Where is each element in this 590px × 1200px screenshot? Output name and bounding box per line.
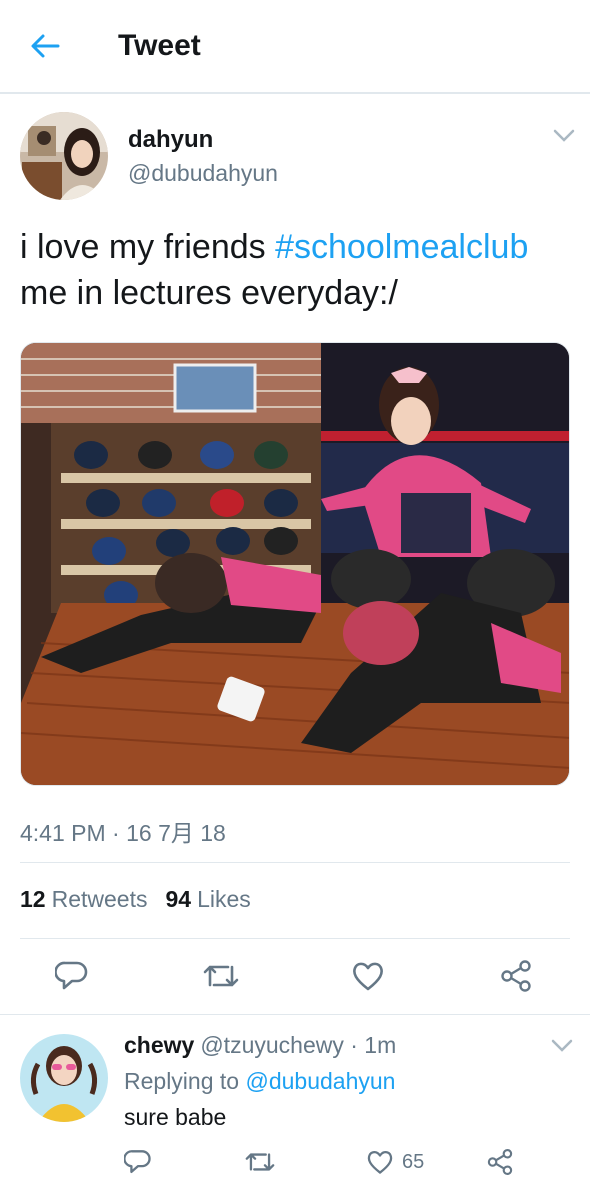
tweet-photo[interactable] [20, 342, 570, 786]
retweet-icon [245, 1153, 275, 1171]
chevron-down-icon[interactable] [548, 1036, 576, 1056]
page-title: Tweet [118, 29, 201, 62]
divider [20, 862, 570, 863]
reply-author-name[interactable]: chewy [124, 1032, 194, 1058]
reply-like-button[interactable]: 65 [366, 1144, 424, 1180]
tweet-timestamp: 4:41 PM · 16 7月 18 [20, 820, 226, 846]
reply-like-count: 65 [402, 1150, 425, 1173]
divider [0, 1014, 590, 1015]
reply-reply-button[interactable] [124, 1144, 152, 1180]
reply-share-button[interactable] [486, 1144, 514, 1180]
top-bar: Tweet [0, 0, 590, 94]
hashtag-link[interactable]: #schoolmealclub [275, 228, 528, 266]
like-icon[interactable] [346, 954, 390, 998]
share-icon[interactable] [494, 954, 538, 998]
author-handle[interactable]: @dubudahyun [128, 160, 278, 187]
tweet-text: i love my friends #schoolmealclub me in … [20, 224, 576, 316]
like-count: 94 [165, 886, 192, 912]
mention-link[interactable]: @dubudahyun [245, 1068, 395, 1094]
retweets-stat[interactable]: 12 Retweets [20, 886, 147, 913]
like-icon [367, 1151, 393, 1174]
reply-icon[interactable] [50, 954, 94, 998]
tweet-stats: 12 Retweets 94 Likes [20, 886, 251, 913]
replying-to: Replying to @dubudahyun [124, 1068, 395, 1095]
tweet-text-line2: me in lectures everyday:/ [20, 274, 398, 312]
likes-stat[interactable]: 94 Likes [165, 886, 250, 913]
reply-icon [124, 1150, 151, 1174]
reply-meta: @tzuyuchewy · 1m [200, 1032, 397, 1058]
retweet-icon[interactable] [199, 954, 243, 998]
chevron-down-icon[interactable] [550, 126, 578, 146]
reply-text: sure babe [124, 1104, 227, 1130]
likes-label: Likes [197, 886, 251, 912]
reply-retweet-button[interactable] [244, 1144, 276, 1180]
retweet-count: 12 [20, 886, 46, 912]
reply-author-avatar[interactable] [20, 1034, 108, 1122]
divider [20, 938, 570, 939]
replying-prefix: Replying to [124, 1068, 246, 1094]
retweets-label: Retweets [51, 886, 148, 912]
back-arrow-icon[interactable] [22, 28, 68, 64]
author-name[interactable]: dahyun [128, 126, 213, 154]
tweet-text-line1: i love my friends [20, 228, 276, 266]
share-icon [487, 1148, 513, 1176]
reply-header: chewy @tzuyuchewy · 1m [124, 1032, 396, 1059]
author-avatar[interactable] [20, 112, 108, 200]
